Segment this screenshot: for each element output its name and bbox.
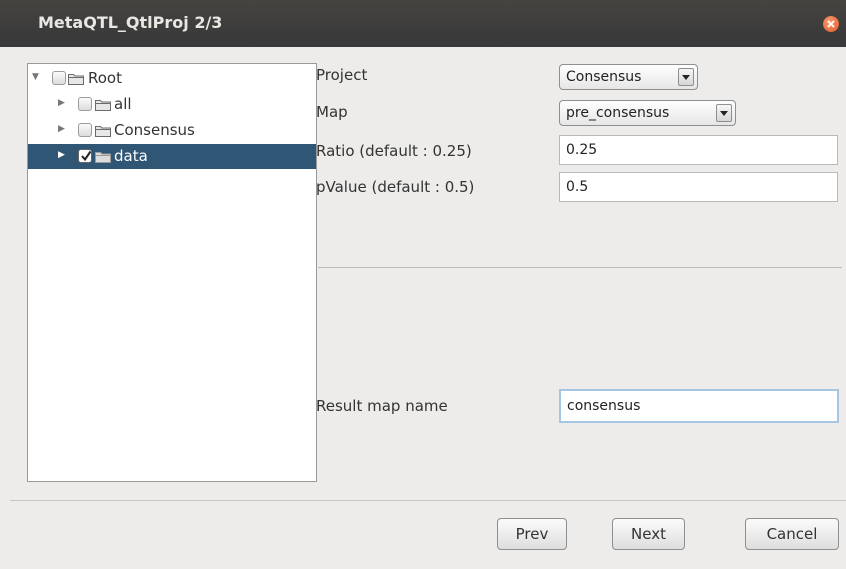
tree-label-consensus: Consensus bbox=[114, 121, 195, 139]
tree-checkbox-data[interactable] bbox=[78, 149, 92, 163]
tree-node-consensus[interactable]: ▶ Consensus bbox=[28, 118, 316, 143]
project-label: Project bbox=[316, 66, 368, 84]
map-label: Map bbox=[316, 103, 348, 121]
chevron-down-icon[interactable] bbox=[678, 68, 694, 86]
result-map-name-field[interactable] bbox=[559, 389, 839, 423]
pvalue-label: pValue (default : 0.5) bbox=[316, 178, 475, 196]
map-combobox-value: pre_consensus bbox=[566, 105, 670, 121]
ratio-label: Ratio (default : 0.25) bbox=[316, 142, 472, 160]
expand-down-icon[interactable]: ▼ bbox=[32, 72, 42, 82]
folder-icon bbox=[95, 100, 111, 111]
tree-label-data: data bbox=[114, 147, 148, 165]
expand-right-icon[interactable]: ▶ bbox=[58, 98, 68, 108]
chevron-down-icon[interactable] bbox=[716, 104, 732, 122]
tree-label-all: all bbox=[114, 95, 132, 113]
window-title: MetaQTL_QtlProj 2/3 bbox=[38, 13, 223, 32]
prev-button[interactable]: Prev bbox=[497, 518, 567, 550]
ratio-field[interactable] bbox=[559, 135, 838, 165]
folder-icon bbox=[68, 74, 84, 85]
folder-icon bbox=[95, 152, 111, 163]
project-combobox[interactable]: Consensus bbox=[559, 64, 698, 90]
cancel-button[interactable]: Cancel bbox=[745, 518, 839, 550]
close-icon[interactable] bbox=[823, 16, 839, 32]
tree-checkbox-all[interactable] bbox=[78, 97, 92, 111]
button-bar-divider bbox=[10, 500, 846, 501]
tree-checkbox-consensus[interactable] bbox=[78, 123, 92, 137]
tree-node-data[interactable]: ▶ data bbox=[28, 144, 316, 169]
dialog-window: MetaQTL_QtlProj 2/3 ▼ Root ▶ all ▶ Conse… bbox=[0, 0, 846, 569]
tree-node-root[interactable]: ▼ Root bbox=[28, 66, 316, 91]
next-button[interactable]: Next bbox=[612, 518, 685, 550]
expand-right-icon[interactable]: ▶ bbox=[58, 124, 68, 134]
expand-right-icon[interactable]: ▶ bbox=[58, 150, 68, 160]
project-tree[interactable]: ▼ Root ▶ all ▶ Consensus ▶ data bbox=[27, 63, 317, 482]
tree-checkbox-root[interactable] bbox=[52, 71, 66, 85]
pvalue-field[interactable] bbox=[559, 172, 838, 202]
title-bar[interactable]: MetaQTL_QtlProj 2/3 bbox=[0, 0, 846, 47]
folder-icon bbox=[95, 126, 111, 137]
map-combobox[interactable]: pre_consensus bbox=[559, 100, 736, 126]
section-divider bbox=[318, 267, 842, 268]
tree-node-all[interactable]: ▶ all bbox=[28, 92, 316, 117]
tree-label-root: Root bbox=[88, 69, 122, 87]
project-combobox-value: Consensus bbox=[566, 69, 642, 85]
result-map-name-label: Result map name bbox=[316, 397, 448, 415]
checkmark-icon bbox=[81, 150, 92, 162]
